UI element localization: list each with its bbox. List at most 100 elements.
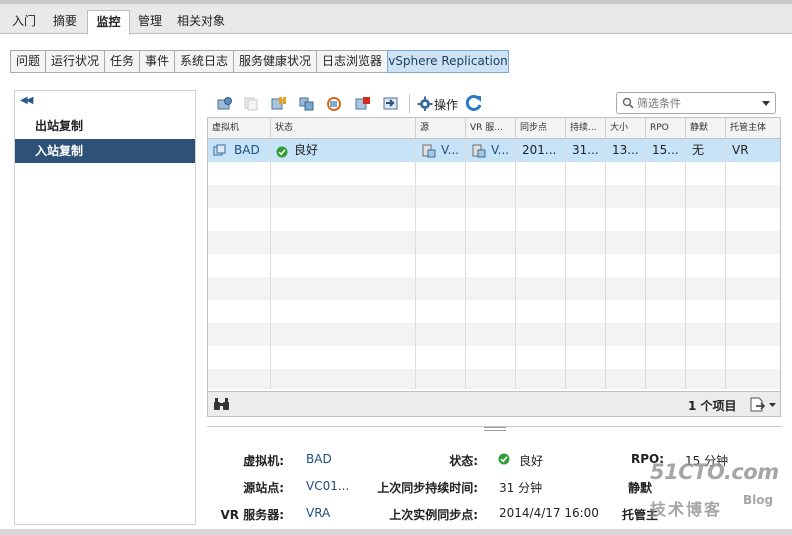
move-to-icon[interactable]: [382, 96, 399, 111]
toolbar-separator: [409, 94, 410, 113]
column-header-status[interactable]: 状态: [271, 118, 416, 139]
replication-toolbar: 操作: [208, 92, 780, 116]
row-rpo: 15...: [652, 143, 679, 157]
grid-body: BAD 良好 V... V... 201... 31... 13... 15..…: [208, 139, 780, 389]
empty-row: [208, 277, 780, 300]
subtab-log-browser[interactable]: 日志浏览器: [316, 50, 388, 73]
status-ok-icon: [276, 146, 288, 158]
outgoing-replication-item[interactable]: 出站复制: [15, 114, 195, 138]
refresh-icon[interactable]: [465, 94, 483, 112]
subtab-events[interactable]: 事件: [139, 50, 175, 73]
empty-row: [208, 346, 780, 369]
row-host: VR: [732, 143, 749, 157]
empty-row: [208, 300, 780, 323]
detail-vm-value[interactable]: BAD: [306, 452, 332, 466]
subtab-tasks[interactable]: 任务: [104, 50, 140, 73]
detail-source-value[interactable]: VC01...: [306, 479, 349, 493]
subtab-vsphere-replication[interactable]: vSphere Replication: [387, 50, 509, 73]
row-sync-point: 201...: [522, 143, 557, 157]
sync-now-icon[interactable]: [298, 96, 315, 111]
table-row[interactable]: BAD 良好 V... V... 201... 31... 13... 15..…: [208, 139, 780, 162]
copy-icon[interactable]: [242, 96, 259, 111]
export-dropdown-icon[interactable]: [769, 403, 776, 407]
column-header-host[interactable]: 托管主体: [726, 118, 780, 139]
column-divider: [565, 139, 566, 389]
watermark-line1: 51CTO.com: [650, 460, 779, 484]
stop-replication-icon[interactable]: [354, 96, 371, 111]
subtab-health[interactable]: 运行状况: [45, 50, 105, 73]
column-divider: [685, 139, 686, 389]
empty-row: [208, 162, 780, 185]
detail-vr-server-value[interactable]: VRA: [306, 506, 330, 520]
column-header-size[interactable]: 大小: [606, 118, 646, 139]
column-header-sync-point[interactable]: 同步点: [516, 118, 566, 139]
detail-status-value: 良好: [519, 454, 544, 468]
watermark-line2: 技术博客: [650, 500, 723, 519]
incoming-replication-item[interactable]: 入站复制: [15, 139, 195, 163]
column-divider: [515, 139, 516, 389]
site-watermark-logo: 51CTO.com 技术博客 Blog: [646, 458, 786, 520]
column-header-quiesce[interactable]: 静默: [686, 118, 726, 139]
empty-row: [208, 231, 780, 254]
subtab-issues[interactable]: 问题: [10, 50, 46, 73]
empty-row: [208, 323, 780, 346]
column-divider: [415, 139, 416, 389]
detail-last-instance-sync-label: 上次实例同步点:: [389, 508, 478, 522]
column-header-rpo[interactable]: RPO: [646, 118, 686, 139]
replications-grid: 虚拟机 状态 源 VR 服... 同步点 持续... 大小 RPO 静默 托管主…: [207, 117, 781, 417]
column-divider: [270, 139, 271, 389]
row-status: 良好: [294, 143, 319, 157]
row-vm-name[interactable]: BAD: [234, 139, 270, 162]
search-icon: [622, 97, 634, 109]
column-header-vm[interactable]: 虚拟机: [208, 118, 271, 139]
subtab-system-logs[interactable]: 系统日志: [174, 50, 234, 73]
column-divider: [605, 139, 606, 389]
tab-manage[interactable]: 管理: [132, 10, 168, 34]
column-header-duration[interactable]: 持续...: [566, 118, 606, 139]
tab-monitor[interactable]: 监控: [87, 10, 130, 35]
tab-summary[interactable]: 摘要: [45, 10, 85, 34]
detail-status-label: 状态:: [449, 454, 478, 468]
column-header-vr-server[interactable]: VR 服...: [466, 118, 516, 139]
pause-replication-icon[interactable]: [270, 96, 287, 111]
binoculars-icon[interactable]: [213, 398, 230, 411]
vm-replication-icon: [213, 144, 226, 156]
tab-getting-started[interactable]: 入门: [5, 10, 43, 34]
actions-gear-icon[interactable]: [417, 96, 434, 111]
detail-vm-label: 虚拟机:: [243, 454, 284, 468]
export-icon[interactable]: [750, 397, 766, 412]
tab-related-objects[interactable]: 相关对象: [170, 10, 232, 34]
actions-menu-label[interactable]: 操作: [434, 96, 458, 113]
detail-source-label: 源站点:: [243, 481, 284, 495]
window-bottom-strip: [0, 529, 792, 535]
row-quiesce: 无: [692, 143, 705, 157]
primary-tab-bar: 入门 摘要 监控 管理 相关对象: [0, 4, 792, 35]
source-site-icon: [422, 144, 436, 158]
column-divider: [465, 139, 466, 389]
detail-last-instance-sync-value: 2014/4/17 16:00: [499, 506, 599, 520]
detail-quiesce-label: 静默: [627, 481, 652, 495]
empty-row: [208, 185, 780, 208]
column-divider: [645, 139, 646, 389]
filter-input[interactable]: [637, 96, 755, 111]
collapse-panel-icon[interactable]: ◀◀: [20, 95, 33, 106]
grid-header: 虚拟机 状态 源 VR 服... 同步点 持续... 大小 RPO 静默 托管主…: [208, 118, 780, 139]
row-source[interactable]: V...: [441, 139, 465, 162]
empty-row: [208, 369, 780, 389]
grid-footer: 1 个项目: [208, 391, 780, 416]
empty-row: [208, 254, 780, 277]
subtab-service-health[interactable]: 服务健康状况: [233, 50, 317, 73]
chevron-down-icon[interactable]: [762, 101, 770, 106]
reconfigure-icon[interactable]: [326, 96, 343, 111]
vr-server-icon: [472, 144, 486, 158]
detail-last-sync-duration-value: 31 分钟: [499, 481, 543, 495]
splitter-grip-icon[interactable]: [484, 427, 506, 431]
row-vr-server[interactable]: V...: [491, 139, 515, 162]
replication-direction-panel: ◀◀ 出站复制 入站复制: [14, 90, 196, 525]
column-header-source[interactable]: 源: [416, 118, 466, 139]
filter-search-box[interactable]: [616, 92, 776, 114]
column-divider: [725, 139, 726, 389]
configure-replication-icon[interactable]: [216, 96, 233, 111]
panel-splitter[interactable]: [207, 426, 781, 431]
detail-vr-server-label: VR 服务器:: [220, 508, 284, 522]
